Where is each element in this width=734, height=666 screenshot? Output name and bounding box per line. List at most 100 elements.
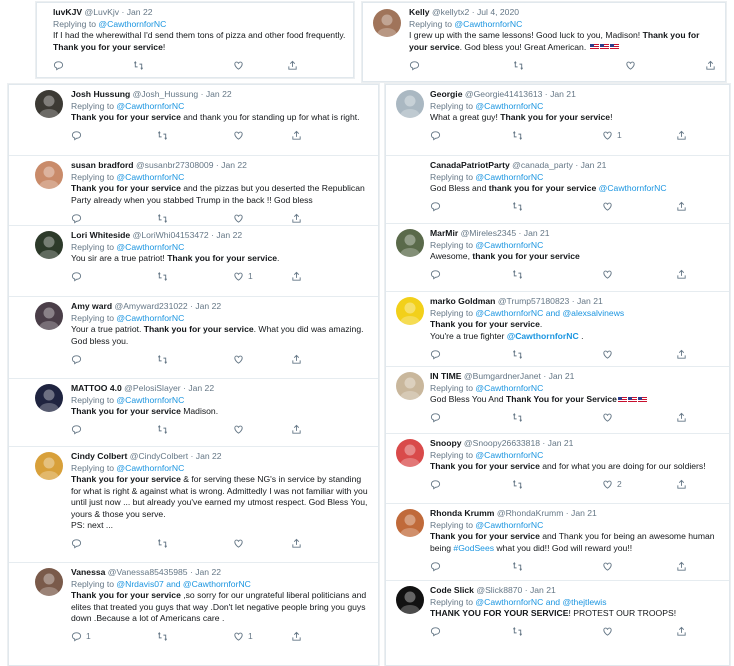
tweet-amy-ward[interactable]: Amy ward @Amyward231022 · Jan 22 Replying… bbox=[9, 296, 378, 378]
share-button[interactable] bbox=[291, 424, 302, 436]
tweet-date[interactable]: Jan 22 bbox=[188, 383, 214, 393]
avatar[interactable] bbox=[396, 509, 424, 537]
mention-link[interactable]: @CawthornforNC bbox=[454, 19, 522, 29]
reply-button[interactable] bbox=[430, 130, 445, 142]
mention-link[interactable]: @CawthornforNC bbox=[475, 383, 543, 393]
tweet-date[interactable]: Jan 21 bbox=[581, 160, 607, 170]
mention-link[interactable]: @Nrdavis07 and @CawthornforNC bbox=[116, 579, 250, 589]
tweet-josh-hussung[interactable]: Josh Hussung @Josh_Hussung · Jan 22 Reply… bbox=[9, 85, 378, 155]
author-name[interactable]: Amy ward bbox=[71, 301, 112, 311]
tweet-rhonda-krumm[interactable]: Rhonda Krumm @RhondaKrumm · Jan 21 Replyi… bbox=[386, 503, 729, 580]
author-handle[interactable]: @RhondaKrumm bbox=[497, 508, 564, 518]
like-button[interactable] bbox=[233, 212, 248, 224]
author-name[interactable]: luvKJV bbox=[53, 7, 82, 17]
retweet-button[interactable] bbox=[512, 269, 523, 281]
avatar[interactable] bbox=[396, 229, 424, 257]
reply-button[interactable] bbox=[71, 130, 86, 142]
tweet-code-slick[interactable]: Code Slick @Slick8870 · Jan 21 Replying t… bbox=[386, 580, 729, 664]
like-button[interactable] bbox=[233, 59, 248, 71]
retweet-button[interactable] bbox=[512, 130, 523, 142]
retweet-button[interactable] bbox=[157, 353, 168, 365]
retweet-button[interactable] bbox=[512, 479, 523, 491]
retweet-button[interactable] bbox=[157, 212, 168, 224]
avatar[interactable] bbox=[35, 90, 63, 118]
avatar[interactable] bbox=[396, 372, 424, 400]
share-button[interactable] bbox=[676, 348, 687, 360]
tweet-vanessa[interactable]: Vanessa @Vanessa85435985 · Jan 22 Replyin… bbox=[9, 562, 378, 664]
author-name[interactable]: susan bradford bbox=[71, 160, 134, 170]
like-button[interactable] bbox=[233, 130, 248, 142]
retweet-button[interactable] bbox=[512, 626, 523, 638]
share-button[interactable] bbox=[291, 538, 302, 550]
author-handle[interactable]: @Amyward231022 bbox=[114, 301, 187, 311]
tweet-date[interactable]: Jan 22 bbox=[195, 301, 221, 311]
tweet-date[interactable]: Jan 21 bbox=[524, 228, 550, 238]
share-button[interactable] bbox=[676, 479, 687, 491]
tweet-date[interactable]: Jan 22 bbox=[216, 230, 242, 240]
retweet-button[interactable] bbox=[512, 560, 523, 572]
reply-button[interactable] bbox=[71, 271, 86, 283]
author-handle[interactable]: @susanbr27308009 bbox=[136, 160, 214, 170]
tweet-luvkjv[interactable]: luvKJV @LuvKjv · Jan 22 Replying to @Cawt… bbox=[37, 3, 353, 77]
author-handle[interactable]: @Mireles2345 bbox=[461, 228, 517, 238]
author-handle[interactable]: @Trump57180823 bbox=[498, 296, 569, 306]
tweet-date[interactable]: Jan 22 bbox=[206, 89, 232, 99]
retweet-button[interactable] bbox=[157, 631, 168, 643]
author-name[interactable]: Vanessa bbox=[71, 567, 105, 577]
mention-link[interactable]: @CawthornforNC bbox=[116, 395, 184, 405]
author-handle[interactable]: @Josh_Hussung bbox=[133, 89, 199, 99]
reply-button[interactable]: 1 bbox=[71, 631, 91, 643]
author-handle[interactable]: @Snoopy26633818 bbox=[464, 438, 540, 448]
retweet-button[interactable] bbox=[157, 271, 168, 283]
reply-button[interactable] bbox=[430, 626, 445, 638]
share-button[interactable] bbox=[287, 59, 298, 71]
author-name[interactable]: Georgie bbox=[430, 89, 462, 99]
tweet-date[interactable]: Jan 21 bbox=[530, 585, 556, 595]
tweet-date[interactable]: Jan 22 bbox=[196, 451, 222, 461]
share-button[interactable] bbox=[291, 271, 302, 283]
reply-button[interactable] bbox=[430, 560, 445, 572]
author-name[interactable]: Lori Whiteside bbox=[71, 230, 130, 240]
avatar[interactable] bbox=[35, 384, 63, 412]
avatar[interactable] bbox=[396, 439, 424, 467]
avatar[interactable] bbox=[396, 90, 424, 118]
like-button[interactable] bbox=[602, 626, 617, 638]
author-handle[interactable]: @LoriWhi04153472 bbox=[133, 230, 209, 240]
like-button[interactable] bbox=[602, 348, 617, 360]
like-button[interactable]: 2 bbox=[602, 479, 622, 491]
author-handle[interactable]: @BumgardnerJanet bbox=[464, 371, 541, 381]
tweet-in-time[interactable]: IN TIME @BumgardnerJanet · Jan 21 Replyin… bbox=[386, 366, 729, 433]
author-name[interactable]: Kelly bbox=[409, 7, 430, 17]
tweet-date[interactable]: Jan 21 bbox=[571, 508, 597, 518]
mention-link[interactable]: @CawthornforNC and @alexsalvinews bbox=[475, 308, 624, 318]
like-button[interactable]: 1 bbox=[602, 130, 622, 142]
tweet-marko-goldman[interactable]: marko Goldman @Trump57180823 · Jan 21 Rep… bbox=[386, 291, 729, 366]
author-name[interactable]: Code Slick bbox=[430, 585, 474, 595]
retweet-button[interactable] bbox=[133, 59, 144, 71]
avatar[interactable] bbox=[35, 231, 63, 259]
like-button[interactable] bbox=[233, 353, 248, 365]
reply-button[interactable] bbox=[53, 59, 68, 71]
tweet-date[interactable]: Jan 21 bbox=[549, 371, 575, 381]
retweet-button[interactable] bbox=[512, 348, 523, 360]
hashtag-link[interactable]: @CawthornforNC bbox=[596, 183, 667, 193]
share-button[interactable] bbox=[676, 201, 687, 213]
retweet-button[interactable] bbox=[513, 59, 524, 71]
reply-button[interactable] bbox=[409, 59, 424, 71]
like-button[interactable]: 1 bbox=[233, 271, 253, 283]
author-name[interactable]: IN TIME bbox=[430, 371, 462, 381]
tweet-georgie[interactable]: Georgie @Georgie41413613 · Jan 21 Replyin… bbox=[386, 85, 729, 155]
reply-button[interactable] bbox=[71, 538, 86, 550]
mention-link[interactable]: @CawthornforNC bbox=[116, 101, 184, 111]
like-button[interactable] bbox=[233, 538, 248, 550]
tweet-canadapatriotparty[interactable]: CanadaPatriotParty @canada_party · Jan 2… bbox=[386, 155, 729, 223]
reply-button[interactable] bbox=[430, 479, 445, 491]
tweet-date[interactable]: Jan 22 bbox=[221, 160, 247, 170]
hashtag-link[interactable]: #GodSees bbox=[453, 543, 494, 553]
tweet-lori-whiteside[interactable]: Lori Whiteside @LoriWhi04153472 · Jan 22… bbox=[9, 225, 378, 296]
author-name[interactable]: Cindy Colbert bbox=[71, 451, 127, 461]
like-button[interactable] bbox=[602, 201, 617, 213]
like-button[interactable] bbox=[625, 59, 640, 71]
author-name[interactable]: Josh Hussung bbox=[71, 89, 130, 99]
like-button[interactable] bbox=[602, 269, 617, 281]
